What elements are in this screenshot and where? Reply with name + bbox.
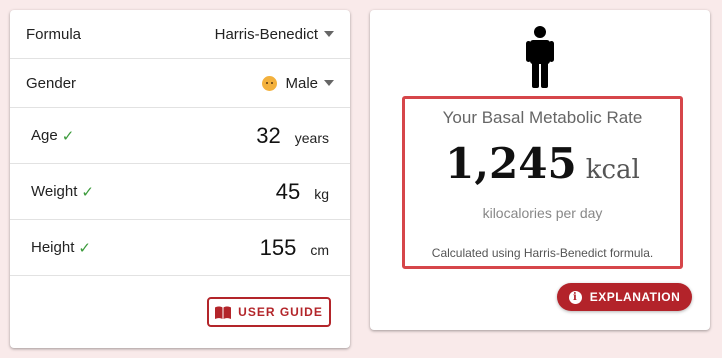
age-label: Age: [31, 127, 58, 144]
weight-input[interactable]: 45: [276, 179, 300, 205]
check-icon: ✓: [78, 239, 91, 257]
person-icon: [526, 26, 554, 88]
weight-unit: kg: [314, 185, 329, 202]
formula-value: Harris-Benedict: [214, 25, 318, 43]
gender-value: Male: [285, 74, 318, 92]
user-guide-button[interactable]: USER GUIDE: [207, 297, 331, 327]
check-icon: ✓: [61, 127, 75, 145]
formula-select[interactable]: Harris-Benedict: [215, 26, 334, 43]
age-row: Age ✓ 32 years: [10, 108, 350, 164]
weight-label: Weight: [31, 183, 78, 200]
gender-select[interactable]: Male: [262, 75, 334, 92]
chevron-down-icon: [324, 31, 334, 37]
height-row: Height ✓ 155 cm: [10, 220, 350, 276]
info-icon: i: [568, 290, 582, 304]
check-icon: ✓: [81, 183, 94, 201]
age-unit: years: [294, 129, 329, 146]
bmr-unit: kcal: [585, 155, 640, 185]
height-unit: cm: [310, 241, 329, 258]
height-input[interactable]: 155: [260, 235, 297, 261]
result-note: Calculated using Harris-Benedict formula…: [431, 246, 654, 260]
bmr-result-box: Your Basal Metabolic Rate 1,245 kcal kil…: [402, 96, 683, 269]
explanation-label: EXPLANATION: [589, 290, 681, 304]
bmr-result-card: Your Basal Metabolic Rate 1,245 kcal kil…: [370, 10, 710, 330]
male-face-emoji-icon: [262, 75, 278, 91]
gender-label: Gender: [26, 74, 77, 92]
formula-row[interactable]: Formula Harris-Benedict: [10, 10, 350, 59]
book-icon: [215, 306, 232, 319]
age-input[interactable]: 32: [256, 123, 280, 149]
formula-label: Formula: [26, 25, 82, 43]
result-subtitle: kilocalories per day: [482, 205, 603, 221]
height-label: Height: [31, 239, 75, 256]
chevron-down-icon: [324, 80, 334, 86]
gender-row[interactable]: Gender Male: [10, 59, 350, 108]
bmr-value: 1,245: [445, 139, 577, 188]
explanation-button[interactable]: i EXPLANATION: [557, 283, 692, 311]
weight-row: Weight ✓ 45 kg: [10, 164, 350, 220]
bmr-input-card: Formula Harris-Benedict Gender Male Age …: [10, 10, 350, 348]
user-guide-label: USER GUIDE: [238, 305, 323, 319]
result-title: Your Basal Metabolic Rate: [442, 108, 643, 127]
